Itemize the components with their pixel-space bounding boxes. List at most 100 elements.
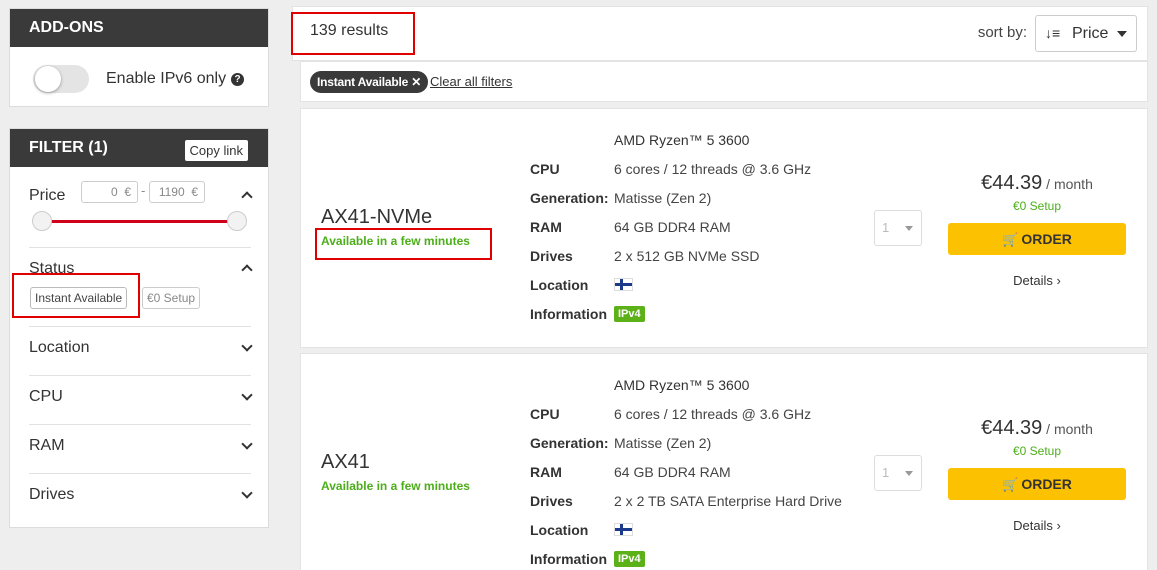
filter-header: FILTER (1) Copy link bbox=[10, 129, 268, 167]
order-button[interactable]: 🛒 ORDER bbox=[948, 223, 1126, 255]
ipv6-toggle-row[interactable]: Enable IPv6 only ? bbox=[33, 65, 245, 93]
cart-icon: 🛒 bbox=[1002, 477, 1019, 492]
spec-key: Drives bbox=[530, 248, 573, 264]
toggle-knob bbox=[35, 66, 61, 92]
spec-key: Location bbox=[530, 277, 589, 293]
highlight-instant-available bbox=[12, 273, 140, 318]
availability-status: Available in a few minutes bbox=[321, 479, 470, 493]
ipv4-badge: IPv4 bbox=[614, 306, 645, 322]
price-label: Price bbox=[29, 187, 66, 204]
server-name[interactable]: AX41 bbox=[321, 451, 370, 474]
chevron-down-icon[interactable] bbox=[241, 487, 253, 499]
results-toolbar: 139 results sort by: ↓≡ Price bbox=[292, 6, 1148, 61]
ipv4-badge: IPv4 bbox=[614, 551, 645, 567]
price-min-input[interactable]: 0 € bbox=[81, 181, 138, 203]
highlight-results-count bbox=[291, 12, 415, 55]
chevron-down-icon[interactable] bbox=[241, 340, 253, 352]
ipv6-label: Enable IPv6 only bbox=[106, 70, 227, 87]
spec-value: 64 GB DDR4 RAM bbox=[614, 464, 731, 480]
active-filters-bar: Instant Available ✕ Clear all filters bbox=[300, 61, 1148, 102]
price-amount: €44.39 bbox=[981, 172, 1043, 194]
spec-value: 6 cores / 12 threads @ 3.6 GHz bbox=[614, 161, 812, 177]
ram-filter[interactable]: RAM bbox=[29, 437, 253, 459]
spec-key: Information bbox=[530, 551, 607, 567]
divider bbox=[29, 375, 251, 376]
divider bbox=[29, 326, 251, 327]
drives-label: Drives bbox=[29, 486, 75, 503]
price: €44.39 / month bbox=[948, 417, 1126, 440]
close-icon[interactable]: ✕ bbox=[411, 75, 421, 89]
sort-select[interactable]: ↓≡ Price bbox=[1035, 15, 1137, 52]
chip-label: Instant Available bbox=[317, 75, 409, 89]
price-max-value: 1190 bbox=[158, 185, 185, 199]
spec-value: 2 x 512 GB NVMe SSD bbox=[614, 248, 760, 264]
spec-key: RAM bbox=[530, 219, 562, 235]
spec-value: Matisse (Zen 2) bbox=[614, 190, 712, 206]
help-icon[interactable]: ? bbox=[231, 72, 245, 86]
addons-panel: ADD-ONS Enable IPv6 only ? bbox=[9, 8, 269, 107]
sort-value: Price bbox=[1072, 25, 1109, 42]
cart-icon: 🛒 bbox=[1002, 232, 1019, 247]
server-name[interactable]: AX41-NVMe bbox=[321, 206, 432, 229]
currency-symbol: € bbox=[124, 185, 131, 199]
divider bbox=[29, 473, 251, 474]
finland-flag-icon bbox=[614, 523, 633, 536]
quantity-value: 1 bbox=[882, 465, 890, 480]
details-link[interactable]: Details › bbox=[948, 518, 1126, 533]
drives-filter[interactable]: Drives bbox=[29, 486, 253, 508]
cpu-model: AMD Ryzen™ 5 3600 bbox=[614, 132, 750, 148]
order-button[interactable]: 🛒 ORDER bbox=[948, 468, 1126, 500]
filter-title: FILTER (1) bbox=[29, 139, 108, 156]
addons-title: ADD-ONS bbox=[10, 9, 268, 47]
chevron-down-icon[interactable] bbox=[241, 389, 253, 401]
chevron-up-icon[interactable] bbox=[241, 264, 253, 276]
spec-value: Matisse (Zen 2) bbox=[614, 435, 712, 451]
price: €44.39 / month bbox=[948, 172, 1126, 195]
highlight-availability bbox=[315, 228, 492, 260]
spec-key: CPU bbox=[530, 161, 560, 177]
currency-symbol: € bbox=[191, 185, 198, 199]
caret-down-icon bbox=[1117, 31, 1127, 37]
price-period: / month bbox=[1042, 421, 1093, 437]
clear-all-filters-link[interactable]: Clear all filters bbox=[430, 74, 512, 89]
details-link[interactable]: Details › bbox=[948, 273, 1126, 288]
spec-key: CPU bbox=[530, 406, 560, 422]
chevron-down-icon[interactable] bbox=[241, 438, 253, 450]
price-min-value: 0 bbox=[110, 185, 118, 199]
spec-key: Location bbox=[530, 522, 589, 538]
cpu-filter[interactable]: CPU bbox=[29, 388, 253, 410]
spec-value: 64 GB DDR4 RAM bbox=[614, 219, 731, 235]
caret-down-icon bbox=[905, 471, 913, 476]
price-amount: €44.39 bbox=[981, 417, 1043, 439]
divider bbox=[29, 247, 251, 248]
spec-key: Drives bbox=[530, 493, 573, 509]
sort-label: sort by: bbox=[977, 24, 1027, 41]
cpu-label: CPU bbox=[29, 388, 63, 405]
spec-value: 6 cores / 12 threads @ 3.6 GHz bbox=[614, 406, 812, 422]
caret-down-icon bbox=[905, 226, 913, 231]
status-zero-setup-button[interactable]: €0 Setup bbox=[142, 287, 201, 309]
price-slider-max-handle[interactable] bbox=[227, 211, 247, 231]
spec-key: Information bbox=[530, 306, 607, 322]
chevron-up-icon[interactable] bbox=[241, 191, 253, 203]
quantity-select[interactable]: 1 bbox=[874, 210, 922, 246]
price-max-input[interactable]: 1190 € bbox=[149, 181, 205, 203]
spec-key: Generation: bbox=[530, 190, 609, 206]
copy-link-button[interactable]: Copy link bbox=[184, 140, 248, 161]
server-card: AX41 Available in a few minutes AMD Ryze… bbox=[300, 353, 1148, 570]
location-label: Location bbox=[29, 339, 90, 356]
price-slider-min-handle[interactable] bbox=[32, 211, 52, 231]
active-filter-chip[interactable]: Instant Available ✕ bbox=[310, 71, 429, 93]
filter-panel: FILTER (1) Copy link Price 0 € - 1190 € … bbox=[9, 128, 269, 528]
quantity-select[interactable]: 1 bbox=[874, 455, 922, 491]
spec-value: 2 x 2 TB SATA Enterprise Hard Drive bbox=[614, 493, 842, 509]
ram-label: RAM bbox=[29, 437, 65, 454]
order-label: ORDER bbox=[1021, 231, 1072, 247]
location-filter[interactable]: Location bbox=[29, 339, 253, 361]
price-slider-track[interactable] bbox=[42, 220, 236, 223]
ipv6-toggle[interactable] bbox=[33, 65, 89, 93]
setup-fee: €0 Setup bbox=[1012, 444, 1062, 458]
finland-flag-icon bbox=[614, 278, 633, 291]
price-separator: - bbox=[141, 183, 146, 198]
setup-fee: €0 Setup bbox=[1012, 199, 1062, 213]
